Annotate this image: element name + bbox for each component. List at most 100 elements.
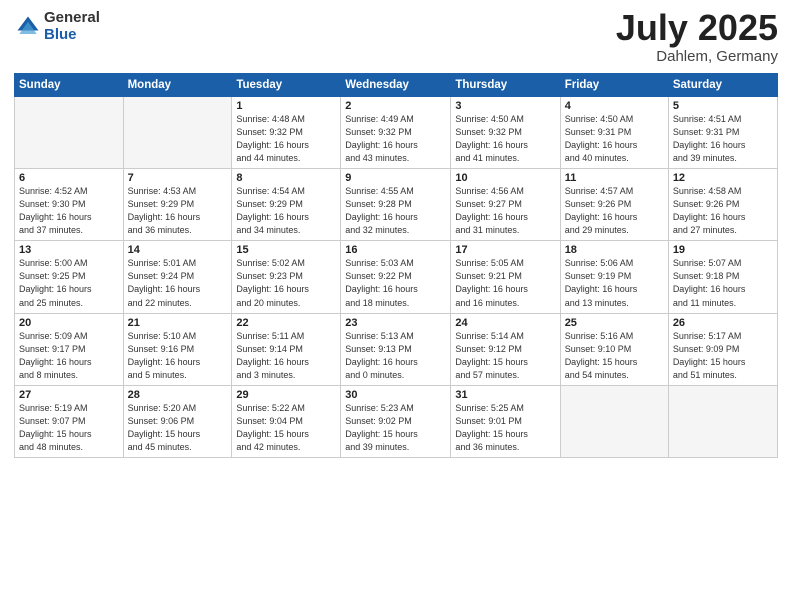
day-info: Sunrise: 4:58 AMSunset: 9:26 PMDaylight:… xyxy=(673,185,773,237)
daylight-text: Daylight: 16 hoursand 44 minutes. xyxy=(236,139,336,165)
sunrise-text: Sunrise: 4:48 AM xyxy=(236,113,336,126)
col-header-friday: Friday xyxy=(560,74,668,97)
sunset-text: Sunset: 9:25 PM xyxy=(19,270,119,283)
sunrise-text: Sunrise: 5:02 AM xyxy=(236,257,336,270)
day-info: Sunrise: 5:03 AMSunset: 9:22 PMDaylight:… xyxy=(345,257,446,309)
sunrise-text: Sunrise: 5:07 AM xyxy=(673,257,773,270)
day-number: 1 xyxy=(236,100,336,112)
calendar-cell: 29Sunrise: 5:22 AMSunset: 9:04 PMDayligh… xyxy=(232,385,341,457)
calendar-cell: 20Sunrise: 5:09 AMSunset: 9:17 PMDayligh… xyxy=(15,313,124,385)
sunrise-text: Sunrise: 4:53 AM xyxy=(128,185,228,198)
sunset-text: Sunset: 9:09 PM xyxy=(673,343,773,356)
daylight-text: Daylight: 16 hoursand 18 minutes. xyxy=(345,283,446,309)
logo: General Blue xyxy=(14,10,100,43)
calendar-cell: 1Sunrise: 4:48 AMSunset: 9:32 PMDaylight… xyxy=(232,97,341,169)
sunrise-text: Sunrise: 4:50 AM xyxy=(455,113,555,126)
title-block: July 2025 Dahlem, Germany xyxy=(616,10,778,65)
daylight-text: Daylight: 16 hoursand 22 minutes. xyxy=(128,283,228,309)
calendar-cell xyxy=(668,385,777,457)
sunset-text: Sunset: 9:31 PM xyxy=(565,126,664,139)
calendar-cell: 24Sunrise: 5:14 AMSunset: 9:12 PMDayligh… xyxy=(451,313,560,385)
sunset-text: Sunset: 9:14 PM xyxy=(236,343,336,356)
sunset-text: Sunset: 9:17 PM xyxy=(19,343,119,356)
sunrise-text: Sunrise: 5:14 AM xyxy=(455,330,555,343)
col-header-monday: Monday xyxy=(123,74,232,97)
day-info: Sunrise: 5:05 AMSunset: 9:21 PMDaylight:… xyxy=(455,257,555,309)
daylight-text: Daylight: 16 hoursand 3 minutes. xyxy=(236,356,336,382)
calendar-cell: 7Sunrise: 4:53 AMSunset: 9:29 PMDaylight… xyxy=(123,169,232,241)
sunset-text: Sunset: 9:21 PM xyxy=(455,270,555,283)
daylight-text: Daylight: 16 hoursand 11 minutes. xyxy=(673,283,773,309)
sunrise-text: Sunrise: 5:22 AM xyxy=(236,402,336,415)
calendar-cell: 3Sunrise: 4:50 AMSunset: 9:32 PMDaylight… xyxy=(451,97,560,169)
day-number: 12 xyxy=(673,172,773,184)
day-info: Sunrise: 4:53 AMSunset: 9:29 PMDaylight:… xyxy=(128,185,228,237)
day-info: Sunrise: 4:57 AMSunset: 9:26 PMDaylight:… xyxy=(565,185,664,237)
day-info: Sunrise: 5:22 AMSunset: 9:04 PMDaylight:… xyxy=(236,402,336,454)
sunset-text: Sunset: 9:22 PM xyxy=(345,270,446,283)
day-number: 19 xyxy=(673,244,773,256)
calendar-week-row: 27Sunrise: 5:19 AMSunset: 9:07 PMDayligh… xyxy=(15,385,778,457)
day-number: 16 xyxy=(345,244,446,256)
sunrise-text: Sunrise: 5:25 AM xyxy=(455,402,555,415)
day-info: Sunrise: 5:06 AMSunset: 9:19 PMDaylight:… xyxy=(565,257,664,309)
day-number: 3 xyxy=(455,100,555,112)
logo-text: General Blue xyxy=(44,10,100,43)
sunset-text: Sunset: 9:06 PM xyxy=(128,415,228,428)
calendar-cell: 14Sunrise: 5:01 AMSunset: 9:24 PMDayligh… xyxy=(123,241,232,313)
daylight-text: Daylight: 15 hoursand 57 minutes. xyxy=(455,356,555,382)
day-number: 28 xyxy=(128,389,228,401)
calendar-cell: 12Sunrise: 4:58 AMSunset: 9:26 PMDayligh… xyxy=(668,169,777,241)
calendar-week-row: 6Sunrise: 4:52 AMSunset: 9:30 PMDaylight… xyxy=(15,169,778,241)
day-info: Sunrise: 5:02 AMSunset: 9:23 PMDaylight:… xyxy=(236,257,336,309)
daylight-text: Daylight: 15 hoursand 39 minutes. xyxy=(345,428,446,454)
daylight-text: Daylight: 16 hoursand 43 minutes. xyxy=(345,139,446,165)
sunset-text: Sunset: 9:18 PM xyxy=(673,270,773,283)
calendar-table: SundayMondayTuesdayWednesdayThursdayFrid… xyxy=(14,73,778,458)
sunrise-text: Sunrise: 4:54 AM xyxy=(236,185,336,198)
daylight-text: Daylight: 16 hoursand 32 minutes. xyxy=(345,211,446,237)
calendar-cell: 25Sunrise: 5:16 AMSunset: 9:10 PMDayligh… xyxy=(560,313,668,385)
day-info: Sunrise: 5:13 AMSunset: 9:13 PMDaylight:… xyxy=(345,330,446,382)
calendar-week-row: 20Sunrise: 5:09 AMSunset: 9:17 PMDayligh… xyxy=(15,313,778,385)
calendar-cell xyxy=(560,385,668,457)
daylight-text: Daylight: 16 hoursand 5 minutes. xyxy=(128,356,228,382)
calendar-header-row: SundayMondayTuesdayWednesdayThursdayFrid… xyxy=(15,74,778,97)
sunset-text: Sunset: 9:01 PM xyxy=(455,415,555,428)
daylight-text: Daylight: 15 hoursand 42 minutes. xyxy=(236,428,336,454)
day-info: Sunrise: 4:48 AMSunset: 9:32 PMDaylight:… xyxy=(236,113,336,165)
sunset-text: Sunset: 9:29 PM xyxy=(236,198,336,211)
calendar-cell: 11Sunrise: 4:57 AMSunset: 9:26 PMDayligh… xyxy=(560,169,668,241)
sunrise-text: Sunrise: 5:00 AM xyxy=(19,257,119,270)
daylight-text: Daylight: 16 hoursand 36 minutes. xyxy=(128,211,228,237)
calendar-cell: 19Sunrise: 5:07 AMSunset: 9:18 PMDayligh… xyxy=(668,241,777,313)
sunrise-text: Sunrise: 5:06 AM xyxy=(565,257,664,270)
day-info: Sunrise: 5:01 AMSunset: 9:24 PMDaylight:… xyxy=(128,257,228,309)
day-info: Sunrise: 4:54 AMSunset: 9:29 PMDaylight:… xyxy=(236,185,336,237)
day-info: Sunrise: 4:52 AMSunset: 9:30 PMDaylight:… xyxy=(19,185,119,237)
daylight-text: Daylight: 16 hoursand 39 minutes. xyxy=(673,139,773,165)
day-number: 17 xyxy=(455,244,555,256)
day-number: 23 xyxy=(345,317,446,329)
day-number: 24 xyxy=(455,317,555,329)
day-info: Sunrise: 4:50 AMSunset: 9:32 PMDaylight:… xyxy=(455,113,555,165)
day-info: Sunrise: 5:09 AMSunset: 9:17 PMDaylight:… xyxy=(19,330,119,382)
daylight-text: Daylight: 15 hoursand 51 minutes. xyxy=(673,356,773,382)
day-number: 15 xyxy=(236,244,336,256)
day-info: Sunrise: 5:07 AMSunset: 9:18 PMDaylight:… xyxy=(673,257,773,309)
col-header-saturday: Saturday xyxy=(668,74,777,97)
sunset-text: Sunset: 9:28 PM xyxy=(345,198,446,211)
sunset-text: Sunset: 9:32 PM xyxy=(236,126,336,139)
daylight-text: Daylight: 16 hoursand 34 minutes. xyxy=(236,211,336,237)
day-number: 6 xyxy=(19,172,119,184)
day-info: Sunrise: 5:20 AMSunset: 9:06 PMDaylight:… xyxy=(128,402,228,454)
daylight-text: Daylight: 15 hoursand 54 minutes. xyxy=(565,356,664,382)
day-number: 2 xyxy=(345,100,446,112)
day-number: 13 xyxy=(19,244,119,256)
calendar-cell: 2Sunrise: 4:49 AMSunset: 9:32 PMDaylight… xyxy=(341,97,451,169)
calendar-cell: 30Sunrise: 5:23 AMSunset: 9:02 PMDayligh… xyxy=(341,385,451,457)
day-number: 26 xyxy=(673,317,773,329)
day-info: Sunrise: 5:17 AMSunset: 9:09 PMDaylight:… xyxy=(673,330,773,382)
calendar-week-row: 1Sunrise: 4:48 AMSunset: 9:32 PMDaylight… xyxy=(15,97,778,169)
sunset-text: Sunset: 9:13 PM xyxy=(345,343,446,356)
